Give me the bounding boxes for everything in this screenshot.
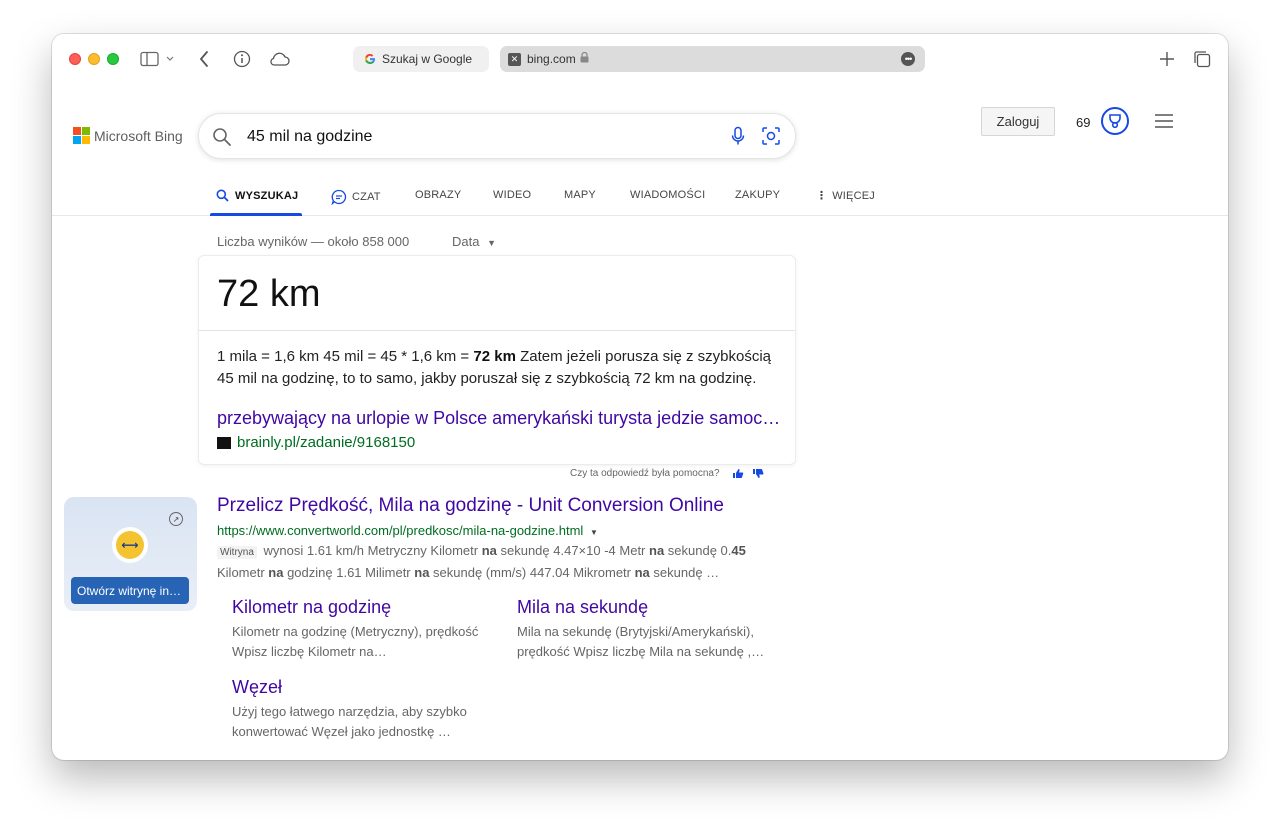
sidebar-toggle-icon[interactable] (140, 48, 174, 70)
result-tag: Witryna (217, 546, 257, 559)
tab-chat[interactable]: CZAT (331, 189, 381, 205)
tab-maps[interactable]: MAPY (564, 189, 596, 201)
deeplink-item: Mila na sekundę Mila na sekundę (Brytyjs… (517, 597, 777, 662)
deeplink-title[interactable]: Mila na sekundę (517, 597, 777, 618)
menu-icon[interactable] (1154, 113, 1174, 134)
search-box[interactable]: 45 mil na godzine (198, 113, 796, 159)
tab-video[interactable]: WIDEO (493, 189, 531, 201)
minimize-window-button[interactable] (88, 53, 100, 65)
tab-bing-label: bing.com (527, 52, 576, 66)
browser-window: Szukaj w Google ✕ bing.com ••• Microsoft… (52, 34, 1228, 760)
active-tab-indicator (210, 213, 302, 216)
deeplink-desc: Użyj tego łatwego narzędzia, aby szybko … (232, 704, 467, 739)
tab-search[interactable]: WYSZUKAJ (216, 189, 298, 202)
tab-images[interactable]: OBRAZY (415, 189, 461, 201)
result-snippet: Witryna wynosi 1.61 km/h Metryczny Kilom… (217, 543, 746, 580)
browser-toolbar: Szukaj w Google ✕ bing.com ••• (52, 34, 1228, 84)
search-icon[interactable] (212, 127, 232, 152)
rewards-points[interactable]: 69 (1076, 115, 1090, 130)
answer-feedback: Czy ta odpowiedź była pomocna? (570, 468, 772, 479)
open-external-icon[interactable]: ↗ (169, 512, 183, 526)
site-preview-card[interactable]: ↗ ⟷ Otwórz witrynę in… (64, 497, 197, 611)
chat-icon (331, 189, 347, 205)
tab-overview-icon[interactable] (1193, 48, 1211, 70)
tab-more[interactable]: ⋮ WIĘCEJ (816, 189, 875, 203)
tab-shopping[interactable]: ZAKUPY (735, 189, 780, 201)
tab-news[interactable]: WIADOMOŚCI (630, 189, 705, 201)
caret-down-icon: ▼ (487, 238, 497, 248)
search-input[interactable]: 45 mil na godzine (247, 128, 372, 146)
back-icon[interactable] (198, 48, 210, 70)
visual-search-icon[interactable] (761, 126, 781, 151)
result-title-link[interactable]: Przelicz Prędkość, Mila na godzinę - Uni… (217, 495, 724, 517)
close-window-button[interactable] (69, 53, 81, 65)
divider (199, 330, 795, 331)
deeplink-desc: Mila na sekundę (Brytyjski/Amerykański),… (517, 624, 765, 659)
result-url[interactable]: https://www.convertworld.com/pl/predkosc… (217, 523, 598, 538)
search-nav: WYSZUKAJ CZAT OBRAZY WIDEO MAPY WIADOMOŚ… (52, 184, 1228, 216)
zoom-window-button[interactable] (107, 53, 119, 65)
answer-source-url[interactable]: brainly.pl/zadanie/9168150 (217, 434, 415, 451)
deeplink-item: Węzeł Użyj tego łatwego narzędzia, aby s… (232, 677, 492, 742)
plus-icon[interactable] (1159, 48, 1175, 70)
page-menu-icon[interactable]: ••• (901, 52, 915, 66)
open-site-button[interactable]: Otwórz witrynę in… (71, 577, 189, 604)
deeplink-item: Kilometr na godzinę Kilometr na godzinę … (232, 597, 492, 662)
info-icon[interactable] (233, 48, 251, 70)
answer-snippet: 1 mila = 1,6 km 45 mil = 45 * 1,6 km = 7… (217, 348, 772, 387)
deeplink-desc: Kilometr na godzinę (Metryczny), prędkoś… (232, 624, 479, 659)
logo-text: Microsoft Bing (94, 127, 183, 144)
answer-value: 72 km (217, 273, 321, 315)
lock-icon (580, 51, 589, 66)
tab-google-label: Szukaj w Google (382, 52, 473, 66)
results-count: Liczba wyników — około 858 000 (217, 234, 410, 249)
thumbs-down-icon[interactable] (752, 468, 764, 479)
login-button[interactable]: Zaloguj (981, 107, 1055, 136)
date-filter[interactable]: Data ▼ (452, 234, 496, 249)
bing-favicon-icon: ✕ (508, 52, 521, 66)
microsoft-logo-icon (73, 127, 90, 144)
tab-google[interactable]: Szukaj w Google (353, 46, 489, 72)
search-icon (216, 189, 229, 202)
google-favicon-icon (363, 53, 376, 66)
rewards-trophy-icon[interactable] (1101, 107, 1129, 135)
convertworld-logo-icon: ⟷ (112, 527, 148, 563)
brainly-icon (217, 436, 231, 449)
icloud-icon[interactable] (268, 48, 290, 70)
bing-logo[interactable]: Microsoft Bing (73, 127, 183, 144)
thumbs-up-icon[interactable] (732, 468, 744, 479)
answer-card: 72 km 1 mila = 1,6 km 45 mil = 45 * 1,6 … (198, 255, 796, 465)
caret-down-icon: ▼ (589, 528, 598, 537)
answer-source-link[interactable]: przebywający na urlopie w Polsce ameryka… (217, 408, 782, 429)
deeplink-title[interactable]: Węzeł (232, 677, 492, 698)
deeplink-title[interactable]: Kilometr na godzinę (232, 597, 492, 618)
more-vertical-icon: ⋮ (816, 190, 828, 202)
microphone-icon[interactable] (730, 126, 746, 151)
tab-bing[interactable]: ✕ bing.com ••• (500, 46, 925, 72)
